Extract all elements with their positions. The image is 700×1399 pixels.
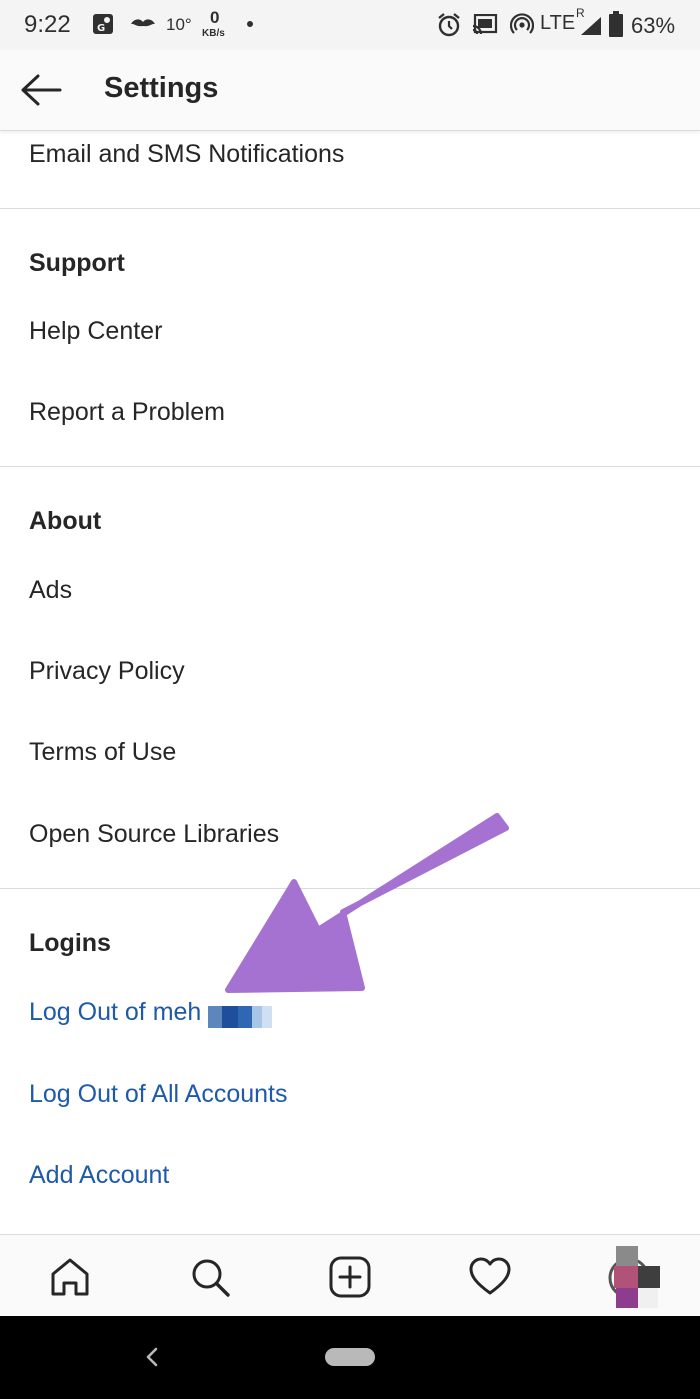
settings-item-report-problem[interactable]: Report a Problem [29, 398, 225, 427]
status-battery: 63% [631, 13, 676, 38]
status-data-unit: KB/s [202, 28, 225, 39]
system-navigation-bar [0, 1316, 700, 1399]
alarm-icon [438, 13, 460, 37]
system-home-pill[interactable] [325, 1348, 375, 1366]
settings-item-help-center[interactable]: Help Center [29, 317, 162, 346]
settings-item-email-sms[interactable]: Email and SMS Notifications [29, 140, 344, 169]
profile-avatar-image [608, 1246, 660, 1308]
battery-icon [609, 11, 623, 37]
home-icon[interactable] [48, 1255, 92, 1299]
status-data-rate: 0 [210, 8, 220, 27]
status-bar: 9:22 G 10° 0 KB/s LTE R 63% [0, 0, 700, 50]
arrow-left-icon [21, 74, 62, 106]
bottom-navigation [0, 1234, 700, 1317]
section-header-about: About [29, 507, 102, 535]
section-header-logins: Logins [29, 929, 111, 957]
back-button[interactable] [18, 72, 64, 108]
status-network: LTE [540, 12, 576, 34]
app-bar: Settings [0, 50, 700, 131]
section-header-support: Support [29, 249, 125, 277]
log-out-account-link[interactable]: Log Out of meh [29, 998, 201, 1027]
search-icon[interactable] [188, 1255, 232, 1299]
log-out-all-accounts-link[interactable]: Log Out of All Accounts [29, 1080, 288, 1109]
heart-icon[interactable] [468, 1255, 512, 1299]
mustache-icon [131, 19, 155, 27]
settings-item-open-source[interactable]: Open Source Libraries [29, 820, 279, 849]
section-divider [0, 208, 700, 209]
settings-item-ads[interactable]: Ads [29, 576, 72, 605]
settings-item-privacy-policy[interactable]: Privacy Policy [29, 657, 185, 686]
section-divider [0, 888, 700, 889]
status-temperature: 10° [166, 15, 192, 34]
cast-icon [472, 14, 498, 35]
section-divider [0, 466, 700, 467]
hotspot-icon [510, 13, 534, 34]
avatar[interactable] [608, 1246, 660, 1308]
plus-square-icon[interactable] [328, 1255, 372, 1299]
settings-item-terms-of-use[interactable]: Terms of Use [29, 738, 176, 767]
maps-notification-icon: G [93, 14, 113, 34]
redacted-username [208, 1006, 272, 1028]
svg-text:G: G [97, 23, 105, 34]
system-back-icon[interactable] [144, 1343, 160, 1371]
signal-icon [581, 17, 601, 35]
notification-dot-icon [247, 21, 253, 27]
add-account-link[interactable]: Add Account [29, 1161, 169, 1190]
page-title: Settings [104, 72, 219, 104]
status-time: 9:22 [24, 11, 71, 38]
